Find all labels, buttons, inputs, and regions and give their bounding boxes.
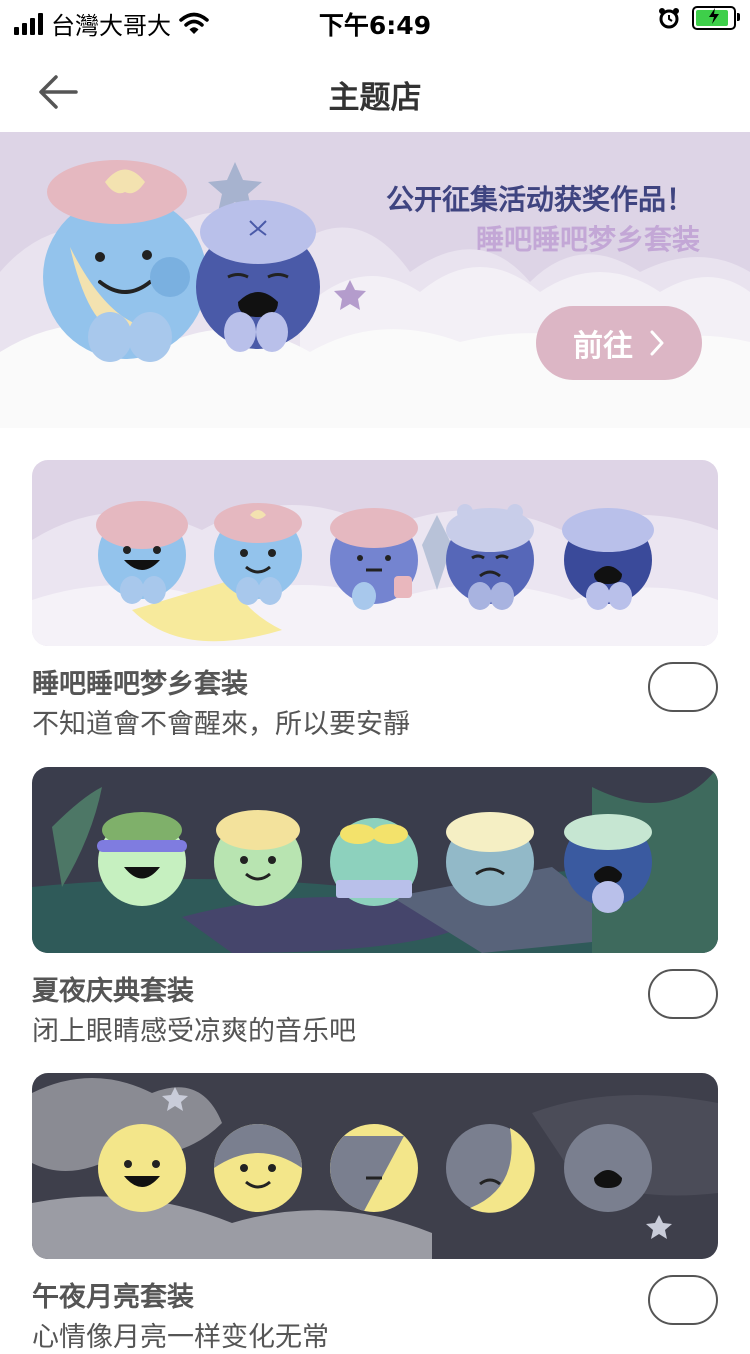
theme-name: 睡吧睡吧梦乡套装 [32,669,248,700]
go-button[interactable]: 前往 [536,306,702,380]
banner-illustration [0,160,750,428]
banner-title: 公开征集活动获奖作品！ [385,183,694,216]
status-bar: 台灣大哥大 下午6:49 [0,0,750,40]
character-icon [446,812,534,906]
theme-preview-image [32,460,718,646]
character-icon [330,818,418,906]
alarm-clock-icon [659,8,679,29]
theme-select-toggle[interactable] [648,1275,718,1325]
banner-subtitle: 睡吧睡吧梦乡套装 [475,223,700,256]
moon-icon [98,1124,186,1212]
status-time: 下午6:49 [318,11,432,40]
nav-bar: 主题店 [0,50,750,132]
character-icon [214,810,302,906]
promo-banner[interactable]: 公开征集活动获奖作品！ 睡吧睡吧梦乡套装 前往 [0,132,750,428]
theme-description: 不知道會不會醒來，所以要安靜 [32,709,410,740]
moon-icon [214,1124,302,1212]
theme-description: 心情像月亮一样变化无常 [32,1322,329,1353]
character-icon [97,812,187,906]
go-button-label: 前往 [573,329,633,364]
battery-charging-icon [692,6,740,30]
chevron-right-icon [650,330,664,356]
moon-icon [446,1124,535,1213]
moon-icon [564,1124,652,1212]
theme-preview-image [32,1073,718,1259]
status-right [658,6,740,30]
theme-name: 夏夜庆典套装 [32,976,194,1007]
theme-preview-image [32,767,718,953]
moon-icon [330,1124,418,1212]
theme-select-toggle[interactable] [648,662,718,712]
theme-select-toggle[interactable] [648,969,718,1019]
star-icon [646,1215,672,1239]
sleepy-character-light [43,160,207,362]
page-title: 主题店 [328,80,422,116]
theme-name: 午夜月亮套装 [32,1282,194,1313]
theme-description: 闭上眼睛感受凉爽的音乐吧 [32,1016,356,1047]
sleepy-character-dark [196,200,320,352]
